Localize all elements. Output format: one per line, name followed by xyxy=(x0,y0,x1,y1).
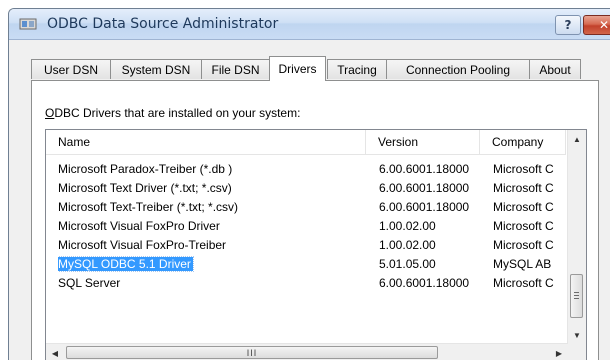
driver-name: Microsoft Visual FoxPro Driver xyxy=(58,219,220,233)
driver-version: 5.01.05.00 xyxy=(379,257,436,271)
tab-label: User DSN xyxy=(43,63,98,77)
driver-version: 6.00.6001.18000 xyxy=(379,276,470,290)
driver-name: Microsoft Paradox-Treiber (*.db ) xyxy=(58,162,233,176)
list-item[interactable]: SQL Server 6.00.6001.18000 Microsoft C xyxy=(46,274,566,292)
driver-company: Microsoft C xyxy=(493,162,554,176)
tab-label: Tracing xyxy=(337,63,377,77)
list-item[interactable]: Microsoft Text-Treiber (*.txt; *.csv) 6.… xyxy=(46,198,566,216)
horizontal-scroll-thumb[interactable]: III xyxy=(66,346,438,359)
list-item[interactable]: Microsoft Visual FoxPro-Treiber 1.00.02.… xyxy=(46,236,566,254)
driver-name: MySQL ODBC 5.1 Driver xyxy=(58,256,194,272)
column-header-company[interactable]: Company xyxy=(480,130,566,154)
odbc-app-icon xyxy=(19,18,37,30)
window-title: ODBC Data Source Administrator xyxy=(47,16,279,32)
driver-version: 1.00.02.00 xyxy=(379,219,436,233)
driver-company: Microsoft C xyxy=(493,181,554,195)
tab-label: File DSN xyxy=(211,63,260,77)
driver-company: Microsoft C xyxy=(493,276,554,290)
driver-company: Microsoft C xyxy=(493,200,554,214)
scrollbar-corner xyxy=(568,344,586,360)
tab-label: Drivers xyxy=(278,62,317,76)
tab-label: About xyxy=(539,63,571,77)
driver-company: MySQL AB xyxy=(493,257,552,271)
driver-name: Microsoft Text Driver (*.txt; *.csv) xyxy=(58,181,232,195)
installed-drivers-label: ODBC Drivers that are installed on your … xyxy=(45,106,301,120)
tab-file-dsn[interactable]: File DSN xyxy=(201,59,270,79)
help-button[interactable]: ? xyxy=(555,15,581,35)
scroll-right-icon[interactable]: ▶ xyxy=(550,344,568,360)
driver-name: Microsoft Visual FoxPro-Treiber xyxy=(58,238,227,252)
tab-tracing[interactable]: Tracing xyxy=(327,59,387,79)
driver-version: 1.00.02.00 xyxy=(379,238,436,252)
tab-label: System DSN xyxy=(121,63,191,77)
close-icon: ✕ xyxy=(598,18,610,32)
tab-about[interactable]: About xyxy=(529,59,581,79)
list-item[interactable]: Microsoft Text Driver (*.txt; *.csv) 6.0… xyxy=(46,179,566,197)
list-item-selected[interactable]: MySQL ODBC 5.1 Driver 5.01.05.00 MySQL A… xyxy=(46,255,566,273)
driver-company: Microsoft C xyxy=(493,219,554,233)
list-item[interactable]: Microsoft Visual FoxPro Driver 1.00.02.0… xyxy=(46,217,566,235)
column-header-name[interactable]: Name xyxy=(46,130,366,154)
driver-version: 6.00.6001.18000 xyxy=(379,181,470,195)
driver-version: 6.00.6001.18000 xyxy=(379,162,470,176)
driver-name: Microsoft Text-Treiber (*.txt; *.csv) xyxy=(58,200,239,214)
tab-drivers[interactable]: Drivers xyxy=(269,56,326,81)
title-bar[interactable]: ODBC Data Source Administrator ? ✕ xyxy=(9,9,610,40)
scroll-left-icon[interactable]: ◀ xyxy=(46,344,64,360)
column-header-version[interactable]: Version xyxy=(366,130,480,154)
driver-name: SQL Server xyxy=(58,276,121,290)
drivers-list[interactable]: Name Version Company Microsoft Paradox-T… xyxy=(45,129,587,360)
list-header: Name Version Company xyxy=(46,130,566,155)
help-icon: ? xyxy=(564,18,572,32)
list-item[interactable]: Microsoft Paradox-Treiber (*.db ) 6.00.6… xyxy=(46,160,566,178)
scroll-up-icon[interactable]: ▲ xyxy=(568,130,586,148)
scroll-grip-icon: III xyxy=(246,347,258,358)
vertical-scrollbar[interactable]: ▲ ▼ xyxy=(567,130,586,344)
driver-version: 6.00.6001.18000 xyxy=(379,200,470,214)
tab-user-dsn[interactable]: User DSN xyxy=(31,59,111,79)
vertical-scroll-thumb[interactable] xyxy=(570,274,583,318)
tab-system-dsn[interactable]: System DSN xyxy=(110,59,202,79)
tab-label: Connection Pooling xyxy=(405,63,511,77)
driver-company: Microsoft C xyxy=(493,238,554,252)
odbc-dialog-window: ODBC Data Source Administrator ? ✕ User … xyxy=(8,8,610,360)
tab-connection-pooling[interactable]: Connection Pooling xyxy=(386,59,530,79)
drivers-tab-panel: ODBC Drivers that are installed on your … xyxy=(31,80,599,360)
close-button[interactable]: ✕ xyxy=(583,15,610,35)
horizontal-scrollbar[interactable]: ◀ III ▶ xyxy=(46,343,568,360)
scroll-down-icon[interactable]: ▼ xyxy=(568,326,586,344)
